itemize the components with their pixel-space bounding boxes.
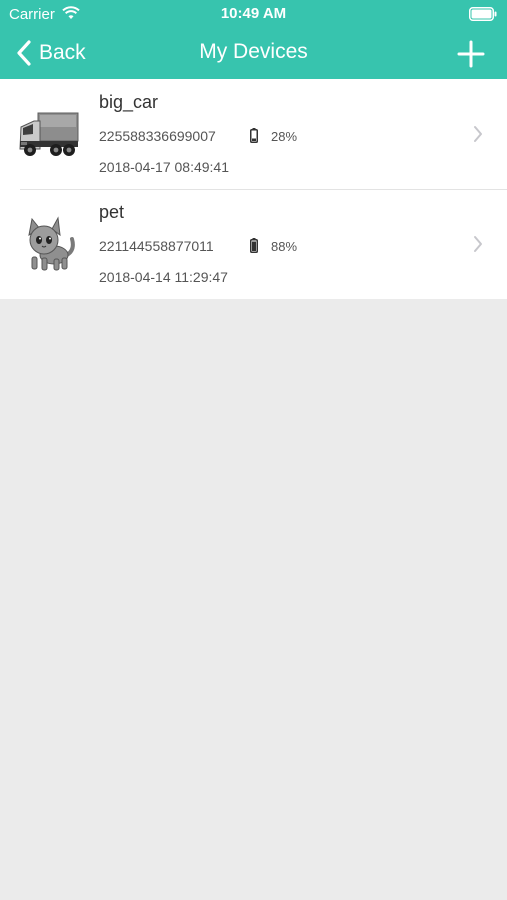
truck-icon — [19, 112, 79, 156]
status-time: 10:49 AM — [220, 5, 287, 22]
status-battery-icon — [469, 7, 497, 21]
device-name: big_car — [99, 92, 159, 112]
header: Carrier 10:49 AM Back My Devices — [0, 0, 507, 79]
plus-icon[interactable] — [457, 40, 485, 68]
device-list: big_car 225588336699007 28% 2018-04-17 0… — [0, 79, 507, 299]
device-row[interactable]: pet 221144558877011 88% 2018-04-14 11:29… — [0, 189, 507, 299]
device-name: pet — [99, 202, 125, 222]
last-update-time: 2018-04-17 08:49:41 — [99, 159, 229, 175]
last-update-time: 2018-04-14 11:29:47 — [99, 269, 228, 285]
battery-icon — [250, 238, 258, 253]
navigation-bar: Back My Devices — [0, 28, 507, 79]
battery-percent: 28% — [271, 129, 298, 144]
cat-icon — [28, 216, 75, 271]
chevron-right-icon — [474, 236, 482, 252]
device-id: 221144558877011 — [99, 238, 214, 254]
page-title: My Devices — [199, 40, 308, 63]
chevron-right-icon — [474, 126, 482, 142]
status-bar: Carrier 10:49 AM — [0, 0, 507, 28]
battery-percent: 88% — [271, 239, 298, 254]
device-id: 225588336699007 — [99, 128, 216, 144]
device-row[interactable]: big_car 225588336699007 28% 2018-04-17 0… — [0, 79, 507, 189]
battery-icon — [250, 128, 258, 143]
